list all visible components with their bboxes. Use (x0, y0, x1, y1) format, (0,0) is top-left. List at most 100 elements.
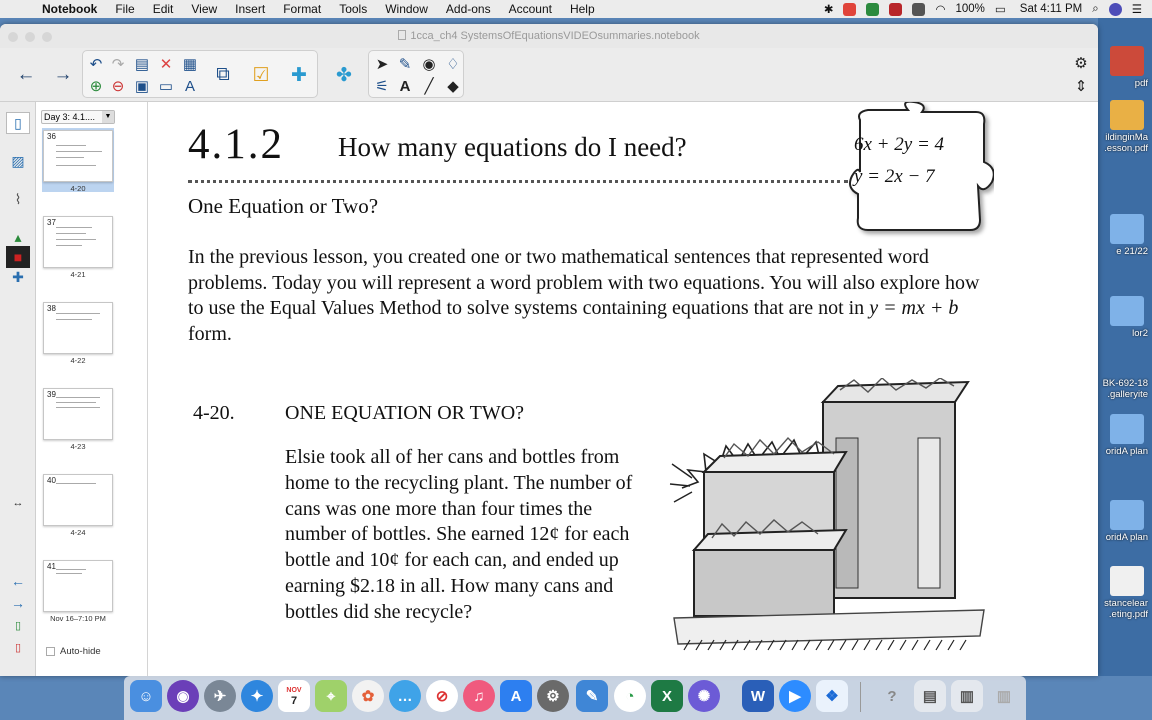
photos-icon[interactable]: ✿ (352, 680, 384, 712)
menu-app-name[interactable]: Notebook (34, 0, 106, 18)
collapse-sidebar-icon[interactable]: ↔ (6, 492, 30, 514)
page-thumbnail[interactable]: 41 Nov 16–7:10 PM (42, 558, 114, 623)
screen-shade-icon[interactable]: ▭ (155, 76, 177, 96)
dropbox-icon[interactable]: ❖ (816, 680, 848, 712)
maps-icon[interactable]: ⌖ (315, 680, 347, 712)
wifi-icon[interactable]: ◠ (935, 2, 945, 16)
desktop-file[interactable]: pdf (1098, 46, 1152, 89)
documents-stack-icon[interactable]: ▥ (951, 680, 983, 712)
spotlight-icon[interactable]: ⌕ (1092, 3, 1098, 16)
desktop-file[interactable]: stancelear .eting.pdf (1098, 566, 1152, 620)
gear-status-icon[interactable]: ✱ (824, 2, 834, 16)
next-page-button[interactable]: → (49, 60, 77, 90)
system-preferences-icon[interactable]: ⚙ (537, 680, 569, 712)
redo-icon[interactable]: ↷ (107, 54, 129, 74)
select-tool-icon[interactable]: ➤ (371, 54, 393, 74)
launchpad-icon[interactable]: ✈ (204, 680, 236, 712)
delete-page-icon[interactable]: ⊖ (107, 76, 129, 96)
settings-gear-icon[interactable]: ⚙ (1070, 53, 1092, 73)
safari-icon[interactable]: ✦ (241, 680, 273, 712)
text-format-icon[interactable]: A (179, 76, 201, 96)
addon-puzzle-icon[interactable]: ✚ (285, 60, 313, 90)
word-icon[interactable]: W (742, 680, 774, 712)
excel-icon[interactable]: X (651, 680, 683, 712)
downloads-stack-icon[interactable]: ▤ (914, 680, 946, 712)
app-store-icon[interactable]: A (500, 680, 532, 712)
gallery-tab-icon[interactable]: ▨ (6, 150, 30, 172)
help-icon[interactable]: ? (876, 680, 908, 712)
activity-builder-icon[interactable]: ✤ (330, 60, 358, 90)
undo-icon[interactable]: ↶ (85, 54, 107, 74)
sorter-prev-icon[interactable]: ← (6, 570, 30, 592)
menu-tools[interactable]: Tools (330, 0, 376, 18)
app-status-icon[interactable] (843, 2, 857, 16)
page-thumbnail[interactable]: 38 4-22 (42, 300, 114, 365)
share-status-icon[interactable] (912, 2, 926, 16)
desktop-file[interactable]: oridA plan (1098, 414, 1152, 457)
menu-edit[interactable]: Edit (144, 0, 183, 18)
menu-file[interactable]: File (106, 0, 143, 18)
menu-view[interactable]: View (182, 0, 226, 18)
green-status-icon[interactable] (866, 2, 880, 16)
sorter-delete-page-icon[interactable]: ▯ (6, 636, 30, 658)
sorter-next-icon[interactable]: → (6, 592, 30, 614)
calendar-icon[interactable]: NOV 7 (278, 680, 310, 712)
notebook-page[interactable]: 4.1.2 How many equations do I need? 6x +… (148, 102, 1098, 676)
fill-tool-icon[interactable]: ◉ (418, 54, 440, 74)
menu-format[interactable]: Format (274, 0, 330, 18)
messages-icon[interactable]: … (389, 680, 421, 712)
record-tab-icon[interactable]: ■ (6, 246, 30, 268)
toolbar-move-icon[interactable]: ⇕ (1070, 76, 1092, 96)
page-thumbnail[interactable]: 36 4-20 (42, 128, 114, 193)
page-group-select[interactable]: Day 3: 4.1.... ▼ (41, 110, 115, 124)
notification-center-icon[interactable]: ☰ (1132, 2, 1142, 16)
menu-insert[interactable]: Insert (226, 0, 274, 18)
desktop-file[interactable]: oridA plan (1098, 500, 1152, 543)
news-icon[interactable]: ⊘ (426, 680, 458, 712)
add-page-icon[interactable]: ⊕ (85, 76, 107, 96)
clock[interactable]: Sat 4:11 PM (1020, 3, 1082, 15)
page-sorter-tab-icon[interactable]: ▯ (6, 112, 30, 134)
siri-icon[interactable] (1108, 2, 1122, 16)
auto-hide-toggle[interactable]: Auto-hide (46, 646, 101, 657)
delete-icon[interactable]: ✕ (155, 54, 177, 74)
attachments-tab-icon[interactable]: ⌇ (6, 188, 30, 210)
line-tool-icon[interactable]: ╱ (418, 76, 440, 96)
page-thumbnail[interactable]: 39 4-23 (42, 386, 114, 451)
auto-hide-checkbox[interactable] (46, 647, 55, 656)
menu-help[interactable]: Help (561, 0, 604, 18)
pen-tool-icon[interactable]: ✎ (394, 54, 416, 74)
siri-dock-icon[interactable]: ◉ (167, 680, 199, 712)
page-thumbnail[interactable]: 37 4-21 (42, 214, 114, 279)
desktop-file[interactable]: ildinginMa .esson.pdf (1098, 100, 1152, 154)
battery-icon[interactable]: ▭ (995, 2, 1006, 16)
music-icon[interactable]: ♫ (463, 680, 495, 712)
previous-page-button[interactable]: ← (12, 60, 40, 90)
paint-tool-icon[interactable]: ♢ (442, 54, 464, 74)
screen-app-icon[interactable]: ✺ (688, 680, 720, 712)
trash-icon[interactable]: ▥ (988, 680, 1020, 712)
save-icon[interactable]: ▣ (131, 76, 153, 96)
display-icon[interactable]: ⧉ (209, 60, 237, 90)
paste-icon[interactable]: ▤ (131, 54, 153, 74)
menu-account[interactable]: Account (500, 0, 561, 18)
eraser-tool-icon[interactable]: ◆ (442, 76, 464, 96)
finder-icon[interactable]: ☺ (130, 680, 162, 712)
measure-tool-icon[interactable]: ⚟ (371, 76, 393, 96)
desktop-folder[interactable]: lor2 (1098, 296, 1152, 339)
checklist-icon[interactable]: ☑ (247, 60, 275, 90)
chrome-icon[interactable]: ◔ (614, 680, 646, 712)
menu-addons[interactable]: Add-ons (437, 0, 500, 18)
properties-tab-icon[interactable]: ▴ (6, 226, 30, 248)
battery-percent[interactable]: 100% (956, 3, 985, 15)
menu-window[interactable]: Window (376, 0, 437, 18)
zoom-icon[interactable]: ▶ (779, 680, 811, 712)
desktop-file[interactable]: BK-692-18 .galleryite (1098, 378, 1152, 400)
table-icon[interactable]: ▦ (179, 54, 201, 74)
text-tool-icon[interactable]: A (394, 76, 416, 96)
sorter-add-page-icon[interactable]: ▯ (6, 614, 30, 636)
desktop-folder[interactable]: e 21/22 (1098, 214, 1152, 257)
red-status-icon[interactable] (889, 2, 903, 16)
page-thumbnail[interactable]: 40 4-24 (42, 472, 114, 537)
notebook-app-icon[interactable]: ✎ (576, 680, 608, 712)
